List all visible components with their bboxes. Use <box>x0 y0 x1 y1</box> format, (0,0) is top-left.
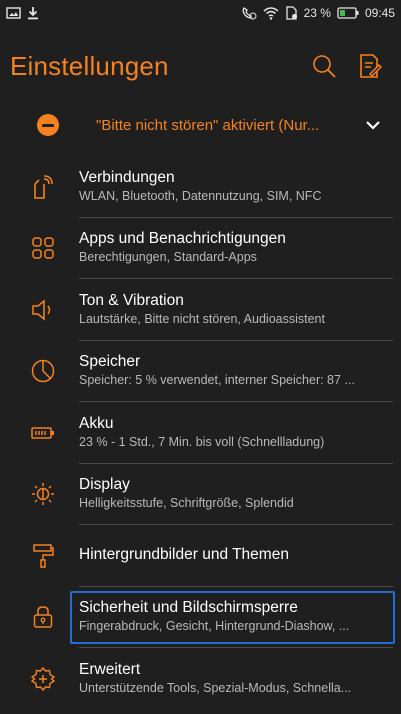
settings-item-text: Sicherheit und Bildschirmsperre Fingerab… <box>79 587 393 648</box>
settings-item-text: Apps und Benachrichtigungen Berechtigung… <box>79 218 393 279</box>
image-icon <box>6 7 21 19</box>
dnd-status-text: "Bitte nicht stören" aktiviert (Nur... <box>96 116 320 134</box>
settings-item-text: Akku 23 % - 1 Std., 7 Min. bis voll (Sch… <box>79 402 393 464</box>
chevron-down-icon[interactable] <box>363 115 383 135</box>
settings-item-title: Erweitert <box>79 661 141 679</box>
settings-item-ton[interactable]: Ton & Vibration Lautstärke, Bitte nicht … <box>0 279 401 341</box>
settings-item-title: Hintergrundbilder und Themen <box>79 546 289 564</box>
apps-icon <box>30 235 56 261</box>
advanced-gear-icon <box>30 666 56 692</box>
settings-item-title: Sicherheit und Bildschirmsperre <box>79 599 298 617</box>
settings-item-title: Akku <box>79 414 114 432</box>
settings-item-subtitle: Unterstützende Tools, Spezial-Modus, Sch… <box>79 681 352 696</box>
status-bar: 23 % 09:45 <box>0 0 401 26</box>
settings-item-hintergrund[interactable]: Hintergrundbilder und Themen <box>0 525 401 587</box>
battery-percent: 23 % <box>303 6 331 20</box>
page-title: Einstellungen <box>10 50 169 81</box>
do-not-disturb-icon <box>37 114 59 136</box>
connections-icon <box>30 174 56 200</box>
settings-item-subtitle: Lautstärke, Bitte nicht stören, Audioass… <box>79 311 325 326</box>
settings-item-display[interactable]: Display Helligkeitsstufe, Schriftgröße, … <box>0 464 401 525</box>
search-icon[interactable] <box>305 47 343 85</box>
settings-item-subtitle: Helligkeitsstufe, Schriftgröße, Splendid <box>79 496 294 511</box>
settings-item-title: Apps und Benachrichtigungen <box>79 230 286 248</box>
wifi-icon <box>263 6 279 20</box>
settings-item-text: Erweitert Unterstützende Tools, Spezial-… <box>79 648 393 710</box>
status-left <box>6 6 39 20</box>
settings-item-text: Speicher Speicher: 5 % verwendet, intern… <box>79 341 393 402</box>
settings-item-text: Ton & Vibration Lautstärke, Bitte nicht … <box>79 279 393 341</box>
storage-pie-icon <box>30 358 56 384</box>
settings-item-text: Verbindungen WLAN, Bluetooth, Datennutzu… <box>79 156 393 218</box>
settings-item-subtitle: WLAN, Bluetooth, Datennutzung, SIM, NFC <box>79 188 322 203</box>
settings-item-verbindungen[interactable]: Verbindungen WLAN, Bluetooth, Datennutzu… <box>0 156 401 218</box>
settings-item-apps[interactable]: Apps und Benachrichtigungen Berechtigung… <box>0 218 401 279</box>
settings-item-title: Display <box>79 476 130 494</box>
download-icon <box>27 6 39 20</box>
paint-roller-icon <box>30 543 56 569</box>
dnd-banner[interactable]: "Bitte nicht stören" aktiviert (Nur... <box>0 100 401 150</box>
settings-item-akku[interactable]: Akku 23 % - 1 Std., 7 Min. bis voll (Sch… <box>0 402 401 464</box>
settings-item-sicherheit[interactable]: Sicherheit und Bildschirmsperre Fingerab… <box>0 587 401 648</box>
edit-notes-icon[interactable] <box>351 47 389 85</box>
call-icon <box>241 6 257 20</box>
status-time: 09:45 <box>364 6 395 20</box>
speaker-icon <box>30 297 56 323</box>
settings-item-title: Verbindungen <box>79 168 175 186</box>
settings-item-title: Speicher <box>79 353 141 371</box>
settings-item-subtitle: 23 % - 1 Std., 7 Min. bis voll (Schnelll… <box>79 434 325 449</box>
battery-icon <box>30 420 56 446</box>
brightness-icon <box>30 481 56 507</box>
settings-list: Verbindungen WLAN, Bluetooth, Datennutzu… <box>0 156 401 710</box>
settings-item-text: Hintergrundbilder und Themen <box>79 525 393 587</box>
settings-item-erweitert[interactable]: Erweitert Unterstützende Tools, Spezial-… <box>0 648 401 710</box>
settings-item-speicher[interactable]: Speicher Speicher: 5 % verwendet, intern… <box>0 341 401 402</box>
app-header: Einstellungen <box>0 38 401 94</box>
settings-item-subtitle: Speicher: 5 % verwendet, interner Speich… <box>79 373 355 388</box>
settings-item-subtitle: Fingerabdruck, Gesicht, Hintergrund-Dias… <box>79 619 350 634</box>
status-right: 23 % 09:45 <box>241 6 395 20</box>
settings-item-title: Ton & Vibration <box>79 291 184 309</box>
sim-icon <box>285 6 298 20</box>
lock-icon <box>30 604 56 630</box>
battery-icon <box>337 7 359 19</box>
settings-item-subtitle: Berechtigungen, Standard-Apps <box>79 250 257 265</box>
settings-item-text: Display Helligkeitsstufe, Schriftgröße, … <box>79 464 393 525</box>
